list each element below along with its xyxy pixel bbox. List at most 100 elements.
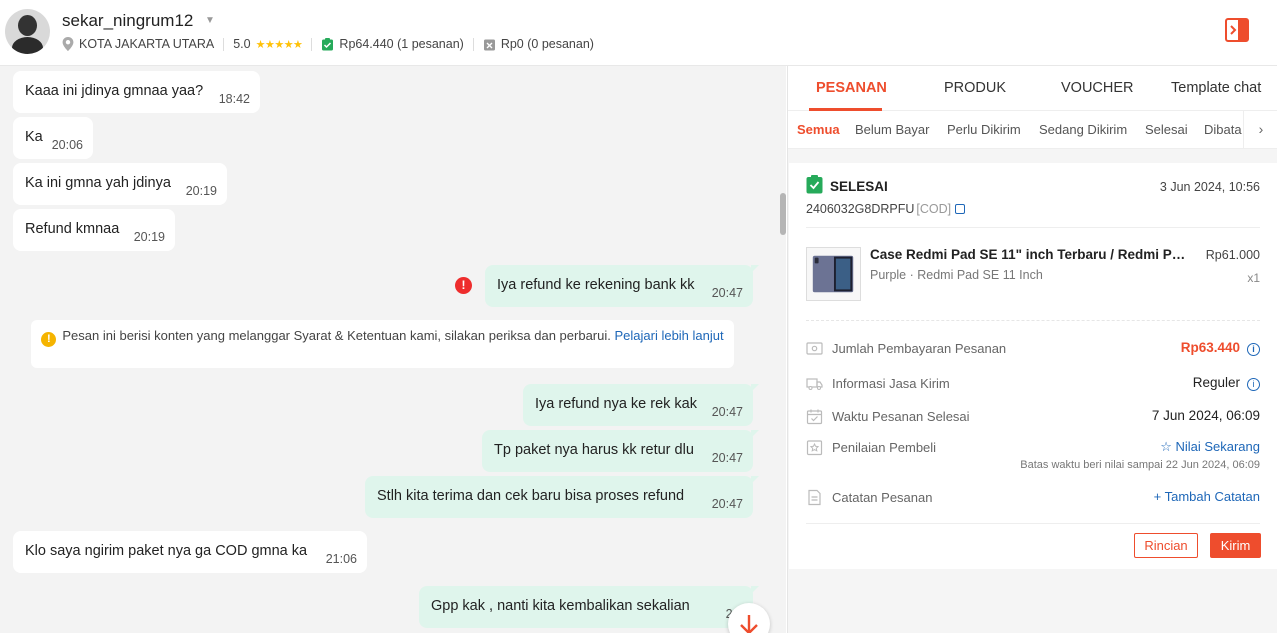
chat-scrollbar[interactable] <box>780 193 786 235</box>
payment-total-label: Jumlah Pembayaran Pesanan <box>832 341 1007 356</box>
info-icon[interactable]: i <box>1247 343 1260 356</box>
paid-orders-icon <box>322 37 334 50</box>
username[interactable]: sekar_ningrum12 <box>62 11 193 31</box>
scroll-to-bottom-button[interactable] <box>728 603 770 633</box>
calendar-icon <box>806 409 823 425</box>
filter-unpaid[interactable]: Belum Bayar <box>855 122 929 137</box>
message-bubble-incoming[interactable]: Refund kmnaa 20:19 <box>13 209 175 251</box>
collapse-panel-icon[interactable] <box>1225 18 1249 42</box>
order-notes-label: Catatan Pesanan <box>832 490 933 505</box>
tab-vouchers[interactable]: VOUCHER <box>1061 80 1134 96</box>
paid-orders-summary: Rp64.440 (1 pesanan) <box>339 37 464 51</box>
location-pin-icon <box>62 37 74 51</box>
tab-chat-templates[interactable]: Template chat <box>1171 80 1261 96</box>
location-text: KOTA JAKARTA UTARA <box>79 37 215 51</box>
shipping-label: Informasi Jasa Kirim <box>832 376 950 391</box>
divider <box>806 523 1260 524</box>
message-bubble-outgoing[interactable]: Gpp kak , nanti kita kembalikan sekalian… <box>419 586 759 628</box>
product-image[interactable] <box>806 247 861 301</box>
filter-to-ship[interactable]: Perlu Dikirim <box>947 122 1021 137</box>
product-quantity: x1 <box>1247 271 1260 285</box>
message-time: 20:06 <box>51 138 83 152</box>
message-bubble-outgoing[interactable]: Iya refund ke rekening bank kk 20:47 <box>485 265 759 307</box>
order-card: SELESAI 3 Jun 2024, 10:56 2406032G8DRPFU… <box>789 163 1277 569</box>
truck-icon <box>806 378 823 390</box>
payment-total-amount: Rp63.440 <box>1180 340 1240 355</box>
order-status-filter: Semua Belum Bayar Perlu Dikirim Sedang D… <box>788 111 1277 149</box>
chevron-right-icon[interactable]: › <box>1243 111 1277 148</box>
product-price: Rp61.000 <box>1205 248 1260 262</box>
chat-messages-area[interactable]: Kaaa ini jdinya gmnaa yaa? 18:42 Ka 20:0… <box>0 66 786 633</box>
order-date: 3 Jun 2024, 10:56 <box>1159 180 1260 194</box>
buyer-meta-row: KOTA JAKARTA UTARA 5.0 ★★★★★ Rp64.440 (1… <box>62 36 594 52</box>
message-text: Iya refund ke rekening bank kk <box>497 277 695 293</box>
message-time: 20:47 <box>711 286 743 300</box>
rating-stars: ★★★★★ <box>255 38 303 51</box>
message-text: Stlh kita terima dan cek baru bisa prose… <box>377 488 685 504</box>
message-text: Refund kmnaa <box>25 221 120 237</box>
rating-deadline: Batas waktu beri nilai sampai 22 Jun 202… <box>1020 459 1260 471</box>
learn-more-link[interactable]: Pelajari lebih lanjut <box>614 328 723 343</box>
rating-value: 5.0 <box>233 37 251 51</box>
completed-time-value: 7 Jun 2024, 06:09 <box>1151 408 1260 423</box>
tab-products[interactable]: PRODUK <box>944 80 1006 96</box>
divider <box>806 227 1260 228</box>
message-text: Tp paket nya harus kk retur dlu <box>494 442 694 458</box>
filter-shipping[interactable]: Sedang Dikirim <box>1039 122 1127 137</box>
message-bubble-incoming[interactable]: Ka ini gmna yah jdinya 20:19 <box>13 163 227 205</box>
completed-status-icon <box>806 175 823 194</box>
divider <box>223 37 225 51</box>
order-notes-row: Catatan Pesanan + Tambah Catatan <box>806 487 1260 509</box>
order-id-row: 2406032G8DRPFU [COD] <box>806 202 966 216</box>
product-name[interactable]: Case Redmi Pad SE 11" inch Terbaru / Red… <box>870 247 1190 262</box>
order-detail-button[interactable]: Rincian <box>1134 533 1198 558</box>
message-bubble-incoming[interactable]: Klo saya ngirim paket nya ga COD gmna ka… <box>13 531 367 573</box>
filter-completed[interactable]: Selesai <box>1145 122 1188 137</box>
message-text: Gpp kak , nanti kita kembalikan sekalian <box>431 598 690 614</box>
buyer-rating-label: Penilaian Pembeli <box>832 440 937 455</box>
completed-time-label: Waktu Pesanan Selesai <box>832 409 970 424</box>
send-order-button[interactable]: Kirim <box>1210 533 1261 558</box>
message-time: 20:19 <box>133 230 165 244</box>
send-error-icon[interactable]: ! <box>455 277 472 294</box>
payment-total-row: Jumlah Pembayaran Pesanan Rp63.440 i <box>806 338 1260 360</box>
divider <box>806 320 1260 321</box>
message-bubble-incoming[interactable]: Ka 20:06 <box>13 117 93 159</box>
message-time: 20:47 <box>711 451 743 465</box>
policy-warning-banner: ! Pesan ini berisi konten yang melanggar … <box>31 320 734 368</box>
tab-orders[interactable]: PESANAN <box>816 80 887 96</box>
message-text: Ka <box>25 129 43 145</box>
message-text: Klo saya ngirim paket nya ga COD gmna ka <box>25 543 308 559</box>
message-bubble-outgoing[interactable]: Stlh kita terima dan cek baru bisa prose… <box>365 476 759 518</box>
message-time: 20:47 <box>711 405 743 419</box>
add-note-link[interactable]: + Tambah Catatan <box>1154 489 1260 504</box>
avatar[interactable] <box>5 9 50 54</box>
buyer-rating-row: Penilaian Pembeli ☆ Nilai Sekarang <box>806 437 1260 459</box>
message-text: Iya refund nya ke rek kak <box>535 396 697 412</box>
order-id: 2406032G8DRPFU <box>806 202 915 216</box>
order-status: SELESAI <box>830 179 888 194</box>
info-icon[interactable]: i <box>1247 378 1260 391</box>
copy-icon[interactable] <box>955 204 966 214</box>
payment-total-value: Rp63.440 i <box>1181 340 1260 356</box>
shipping-info-row: Informasi Jasa Kirim Reguler i <box>806 373 1260 395</box>
shipping-service: Reguler <box>1192 375 1240 390</box>
avatar-body-shape <box>12 37 43 54</box>
cancelled-orders-icon <box>483 39 495 50</box>
completed-time-row: Waktu Pesanan Selesai 7 Jun 2024, 06:09 <box>806 406 1260 428</box>
warning-icon: ! <box>41 332 57 347</box>
notes-icon <box>808 489 821 506</box>
panel-tabs: PESANAN PRODUK VOUCHER Template chat <box>788 66 1277 111</box>
cod-tag: [COD] <box>916 202 952 216</box>
cancelled-orders-summary: Rp0 (0 pesanan) <box>500 37 594 51</box>
message-bubble-outgoing[interactable]: Tp paket nya harus kk retur dlu 20:47 <box>482 430 759 472</box>
shipping-value: Reguler i <box>1193 375 1260 391</box>
filter-all[interactable]: Semua <box>797 122 840 137</box>
message-bubble-incoming[interactable]: Kaaa ini jdinya gmnaa yaa? 18:42 <box>13 71 260 113</box>
rate-now-link[interactable]: ☆ Nilai Sekarang <box>1160 439 1260 455</box>
divider <box>472 37 474 51</box>
order-side-panel: PESANAN PRODUK VOUCHER Template chat Sem… <box>787 66 1277 633</box>
filter-cancelled[interactable]: Dibata <box>1204 122 1242 137</box>
chevron-down-icon[interactable]: ▼ <box>205 15 215 26</box>
message-bubble-outgoing[interactable]: Iya refund nya ke rek kak 20:47 <box>523 384 759 426</box>
